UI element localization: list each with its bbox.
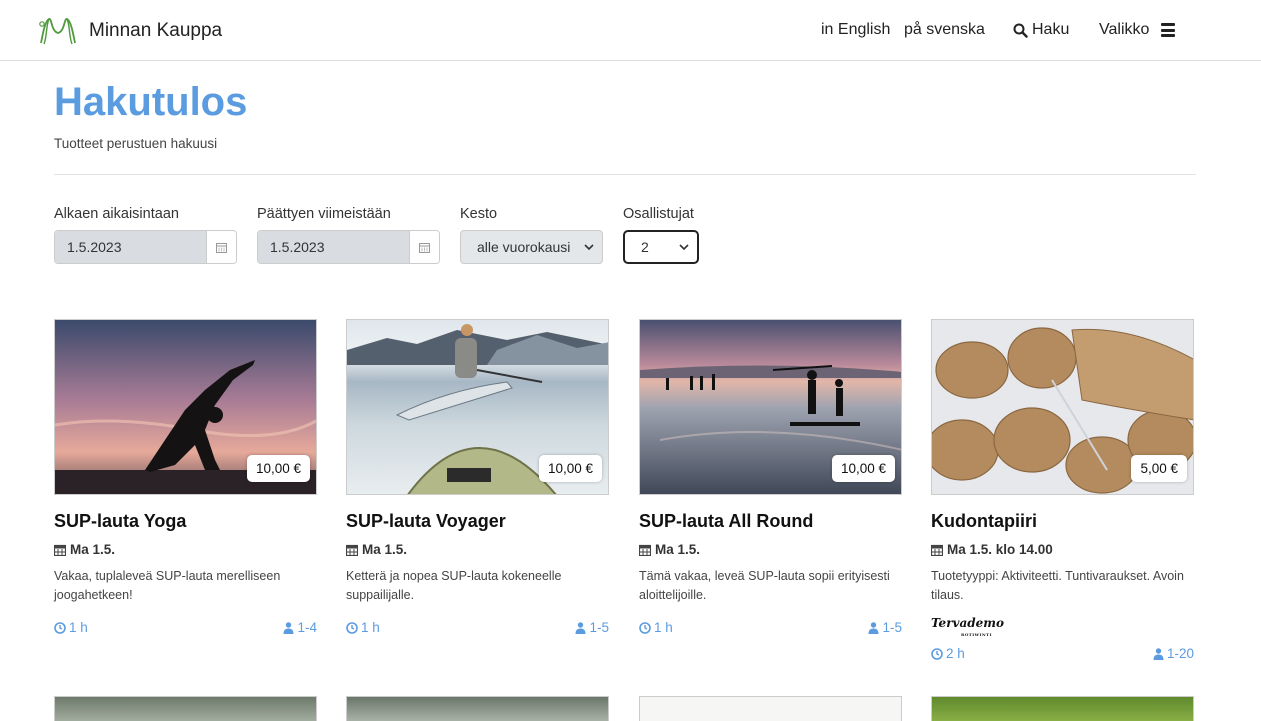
- product-meta: 1 h 1-4: [54, 620, 317, 635]
- product-date: Ma 1.5.: [639, 542, 902, 557]
- product-image-next-4[interactable]: [931, 696, 1194, 721]
- product-price: 5,00 €: [1131, 455, 1187, 482]
- participants-select-value: 2: [641, 239, 649, 255]
- organizer-logo: Tervademo ROTIWINTI: [931, 616, 1194, 640]
- product-meta: 1 h 1-5: [346, 620, 609, 635]
- product-image-next-2[interactable]: [346, 696, 609, 721]
- product-duration-text: 2 h: [946, 646, 965, 661]
- product-date: Ma 1.5.: [346, 542, 609, 557]
- brand-logo-icon[interactable]: [38, 15, 78, 47]
- user-icon: [283, 621, 294, 634]
- organizer-logo-subtext: ROTIWINTI: [961, 632, 993, 637]
- participants-select[interactable]: 2: [623, 230, 699, 264]
- product-participants-text: 1-4: [297, 620, 317, 635]
- duration-select[interactable]: alle vuorokausi: [460, 230, 603, 264]
- user-icon: [1153, 647, 1164, 660]
- menu-label: Valikko: [1099, 21, 1150, 38]
- product-duration-text: 1 h: [69, 620, 88, 635]
- product-participants: 1-4: [283, 620, 317, 635]
- duration-select-value: alle vuorokausi: [477, 239, 571, 255]
- end-date-field[interactable]: 1.5.2023: [257, 230, 440, 264]
- search-nav-link[interactable]: Haku: [1013, 21, 1069, 39]
- language-english-link[interactable]: in English: [821, 21, 890, 39]
- calendar-icon: [346, 544, 358, 556]
- end-date-input[interactable]: 1.5.2023: [258, 231, 409, 263]
- hamburger-icon: [1161, 23, 1176, 37]
- product-price: 10,00 €: [538, 455, 602, 482]
- user-icon: [575, 621, 586, 634]
- product-participants: 1-20: [1153, 646, 1194, 661]
- product-image-knitting[interactable]: 5,00 €: [931, 319, 1194, 495]
- product-card[interactable]: 10,00 € SUP-lauta All Round Ma 1.5. Tämä…: [639, 319, 902, 635]
- product-description: Tuotetyyppi: Aktiviteetti. Tuntivaraukse…: [931, 569, 1184, 602]
- product-duration-text: 1 h: [361, 620, 380, 635]
- chevron-down-icon: [584, 244, 594, 251]
- clock-icon: [54, 621, 66, 634]
- calendar-icon[interactable]: [206, 231, 236, 263]
- product-image-next-1[interactable]: [54, 696, 317, 721]
- product-card[interactable]: 5,00 € Kudontapiiri Ma 1.5. klo 14.00 Tu…: [931, 319, 1194, 661]
- product-meta: 2 h 1-20: [931, 646, 1194, 661]
- product-description: Vakaa, tuplaleveä SUP-lauta merelliseen …: [54, 569, 281, 602]
- product-date-text: Ma 1.5.: [362, 542, 408, 557]
- calendar-icon: [931, 544, 943, 556]
- product-image-all-round[interactable]: 10,00 €: [639, 319, 902, 495]
- product-title[interactable]: SUP-lauta Voyager: [346, 511, 609, 532]
- menu-toggle[interactable]: Valikko: [1099, 21, 1176, 39]
- product-image-voyager[interactable]: 10,00 €: [346, 319, 609, 495]
- page-title: Hakutulos: [54, 80, 248, 124]
- top-navbar: Minnan Kauppa in English på svenska Haku…: [0, 0, 1261, 61]
- product-participants-text: 1-5: [589, 620, 609, 635]
- product-description: Ketterä ja nopea SUP-lauta kokeneelle su…: [346, 569, 562, 602]
- calendar-icon: [639, 544, 651, 556]
- search-nav-label: Haku: [1032, 21, 1070, 38]
- organizer-logo-text: Tervademo: [931, 616, 1004, 630]
- product-title[interactable]: SUP-lauta Yoga: [54, 511, 317, 532]
- clock-icon: [931, 647, 943, 660]
- product-image-yoga[interactable]: 10,00 €: [54, 319, 317, 495]
- product-duration: 2 h: [931, 646, 965, 661]
- product-participants-text: 1-5: [882, 620, 902, 635]
- calendar-icon[interactable]: [409, 231, 439, 263]
- start-date-field[interactable]: 1.5.2023: [54, 230, 237, 264]
- end-date-label: Päättyen viimeistään: [257, 206, 391, 222]
- product-meta: 1 h 1-5: [639, 620, 902, 635]
- brand-name[interactable]: Minnan Kauppa: [89, 20, 222, 42]
- search-icon: [1013, 23, 1028, 38]
- product-date: Ma 1.5.: [54, 542, 317, 557]
- product-duration: 1 h: [639, 620, 673, 635]
- product-price: 10,00 €: [246, 455, 310, 482]
- product-date-text: Ma 1.5. klo 14.00: [947, 542, 1053, 557]
- language-swedish-link[interactable]: på svenska: [904, 21, 985, 39]
- product-image-next-3[interactable]: [639, 696, 902, 721]
- user-icon: [868, 621, 879, 634]
- chevron-down-icon: [679, 244, 689, 251]
- product-price: 10,00 €: [831, 455, 895, 482]
- clock-icon: [346, 621, 358, 634]
- product-duration-text: 1 h: [654, 620, 673, 635]
- calendar-icon: [54, 544, 66, 556]
- product-title[interactable]: Kudontapiiri: [931, 511, 1194, 532]
- page-subtitle: Tuotteet perustuen hakuusi: [54, 136, 218, 151]
- clock-icon: [639, 621, 651, 634]
- product-card[interactable]: 10,00 € SUP-lauta Voyager Ma 1.5. Ketter…: [346, 319, 609, 635]
- product-participants-text: 1-20: [1166, 646, 1194, 661]
- product-date: Ma 1.5. klo 14.00: [931, 542, 1194, 557]
- product-duration: 1 h: [54, 620, 88, 635]
- product-duration: 1 h: [346, 620, 380, 635]
- product-participants: 1-5: [868, 620, 902, 635]
- product-title[interactable]: SUP-lauta All Round: [639, 511, 902, 532]
- duration-label: Kesto: [460, 206, 498, 222]
- product-participants: 1-5: [575, 620, 609, 635]
- start-date-input[interactable]: 1.5.2023: [55, 231, 206, 263]
- section-divider: [54, 174, 1196, 175]
- product-date-text: Ma 1.5.: [655, 542, 701, 557]
- start-date-label: Alkaen aikaisintaan: [54, 206, 179, 222]
- product-card[interactable]: 10,00 € SUP-lauta Yoga Ma 1.5. Vakaa, tu…: [54, 319, 317, 635]
- product-description: Tämä vakaa, leveä SUP-lauta sopii erityi…: [639, 569, 890, 602]
- product-date-text: Ma 1.5.: [70, 542, 116, 557]
- participants-label: Osallistujat: [623, 206, 694, 222]
